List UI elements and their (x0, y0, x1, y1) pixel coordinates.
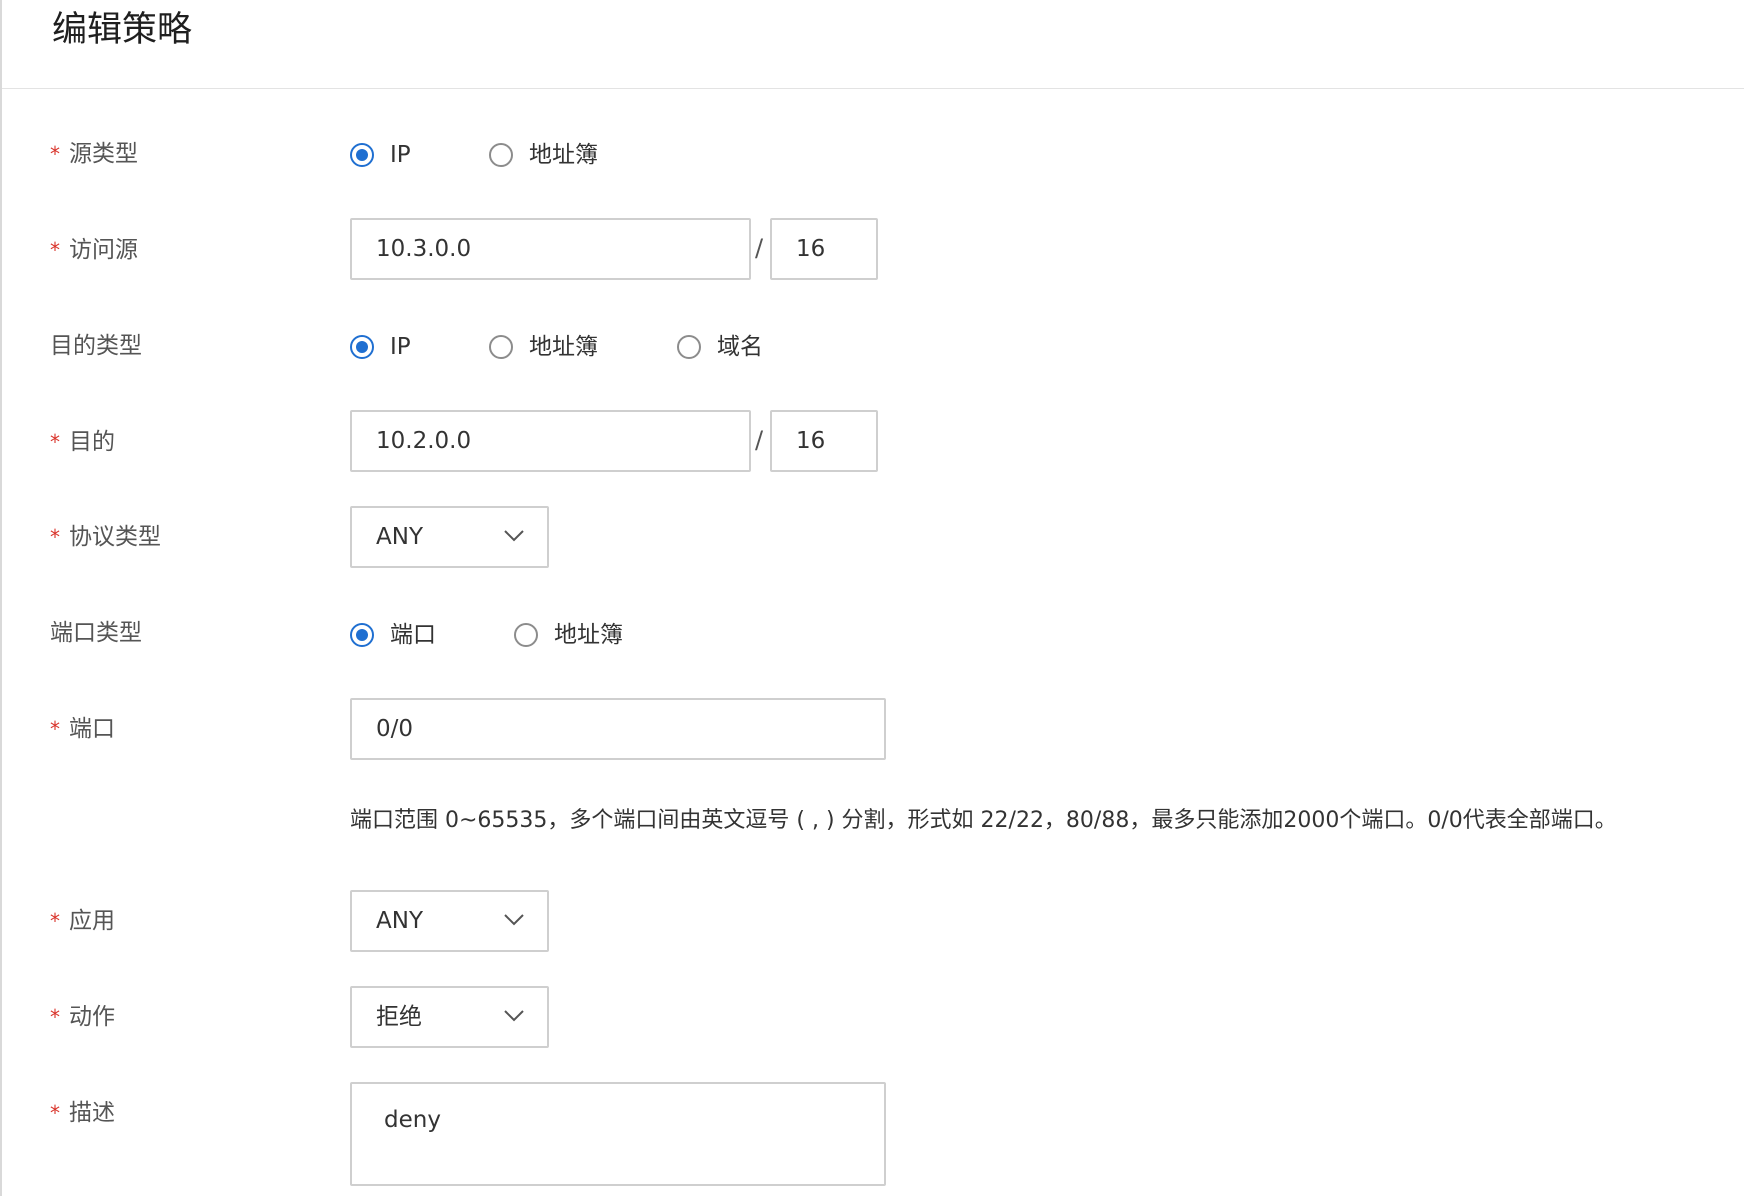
protocol-label-text: 协议类型 (69, 524, 161, 550)
port-type-radio-port[interactable]: 端口 (350, 620, 436, 650)
dest-type-radio-ip[interactable]: IP (350, 332, 411, 362)
application-select-value: ANY (376, 908, 423, 934)
left-edge-border (0, 0, 2, 1196)
required-mark: * (50, 909, 60, 933)
dest-mask-input[interactable]: 16 (770, 410, 878, 472)
application-label-text: 应用 (69, 908, 115, 934)
source-type-radio-ip[interactable]: IP (350, 140, 411, 170)
radio-checked-icon (350, 623, 374, 647)
port-hint-text: 端口范围 0~65535，多个端口间由英文逗号 ( , ) 分割，形式如 22/… (350, 808, 1617, 833)
dest-type-label: 目的类型 (50, 333, 142, 359)
action-select[interactable]: 拒绝 (350, 986, 549, 1048)
source-type-label: * 源类型 (50, 138, 138, 170)
chevron-down-icon (504, 530, 524, 542)
dialog-header: 编辑策略 (2, 0, 1744, 89)
dest-type-radio-domain[interactable]: 域名 (677, 332, 763, 362)
page-title: 编辑策略 (52, 10, 193, 50)
source-mask-input[interactable]: 16 (770, 218, 878, 280)
radio-checked-icon (350, 335, 374, 359)
radio-unchecked-icon (489, 143, 513, 167)
application-label: * 应用 (50, 905, 115, 937)
required-mark: * (50, 142, 60, 166)
port-type-label: 端口类型 (50, 620, 142, 646)
protocol-select[interactable]: ANY (350, 506, 549, 568)
chevron-down-icon (504, 1010, 524, 1022)
protocol-select-value: ANY (376, 524, 423, 550)
required-mark: * (50, 238, 60, 262)
source-type-radio-address-book-label: 地址簿 (529, 142, 598, 168)
chevron-down-icon (504, 914, 524, 926)
description-label-text: 描述 (69, 1100, 115, 1126)
source-type-radio-address-book[interactable]: 地址簿 (489, 140, 598, 170)
description-label: * 描述 (50, 1097, 115, 1129)
dest-separator: / (755, 426, 764, 454)
radio-unchecked-icon (489, 335, 513, 359)
protocol-label: * 协议类型 (50, 521, 161, 553)
source-type-label-text: 源类型 (69, 141, 138, 167)
radio-unchecked-icon (514, 623, 538, 647)
dest-ip-input[interactable]: 10.2.0.0 (350, 410, 751, 472)
port-type-radio-address-book[interactable]: 地址簿 (514, 620, 623, 650)
application-select[interactable]: ANY (350, 890, 549, 952)
source-separator: / (755, 234, 764, 262)
dest-label: * 目的 (50, 426, 115, 458)
radio-unchecked-icon (677, 335, 701, 359)
required-mark: * (50, 430, 60, 454)
dest-type-radio-ip-label: IP (390, 334, 411, 360)
port-input[interactable]: 0/0 (350, 698, 886, 760)
radio-checked-icon (350, 143, 374, 167)
action-select-value: 拒绝 (376, 1004, 422, 1030)
dest-label-text: 目的 (69, 429, 115, 455)
port-label: * 端口 (50, 713, 115, 745)
port-label-text: 端口 (69, 716, 115, 742)
port-type-radio-address-book-label: 地址簿 (554, 622, 623, 648)
source-label-text: 访问源 (69, 237, 138, 263)
source-type-radio-ip-label: IP (390, 142, 411, 168)
required-mark: * (50, 717, 60, 741)
action-label-text: 动作 (69, 1004, 115, 1030)
source-ip-input[interactable]: 10.3.0.0 (350, 218, 751, 280)
required-mark: * (50, 1101, 60, 1125)
required-mark: * (50, 1005, 60, 1029)
action-label: * 动作 (50, 1001, 115, 1033)
source-label: * 访问源 (50, 234, 138, 266)
port-type-radio-port-label: 端口 (390, 622, 436, 648)
dest-type-radio-address-book-label: 地址簿 (529, 334, 598, 360)
required-mark: * (50, 525, 60, 549)
description-textarea[interactable]: deny (350, 1082, 886, 1186)
dest-type-radio-domain-label: 域名 (717, 334, 763, 360)
dest-type-radio-address-book[interactable]: 地址簿 (489, 332, 598, 362)
